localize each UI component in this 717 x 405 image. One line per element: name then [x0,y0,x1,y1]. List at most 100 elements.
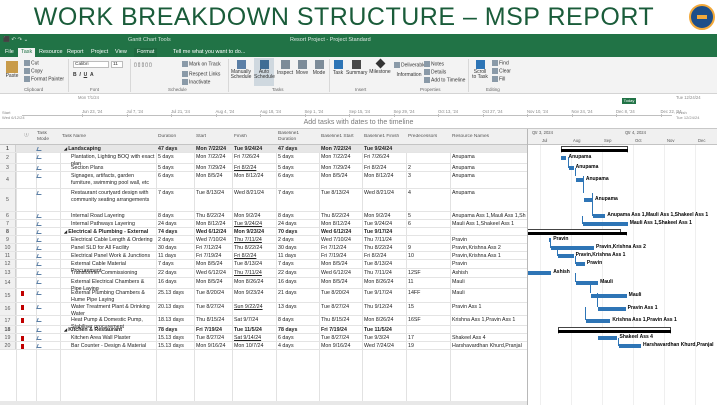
finish-cell[interactable]: Mon 9/23/24 [234,290,278,297]
row-number[interactable]: 6 [0,212,16,219]
gantt-task-bar[interactable] [598,336,618,340]
table-row[interactable]: 3 Section Plans 5 days Mon 7/29/24 Fri 8/2/2… [0,164,527,172]
baseline-finish-cell[interactable]: Tue 9/24/24 [364,146,408,153]
finish-cell[interactable]: Mon 8/12/24 [234,173,278,180]
baseline-start-cell[interactable]: Thu 8/22/24 [321,213,364,220]
find-button[interactable]: Find [492,60,509,66]
font-name-select[interactable]: Calibri [73,61,109,68]
row-number[interactable]: 16 [0,303,16,315]
start-cell[interactable]: Thu 8/22/24 [196,213,234,220]
row-number[interactable]: 5 [0,189,16,211]
row-number[interactable]: 18 [0,326,16,333]
baseline-duration-cell[interactable]: 5 days [278,154,321,161]
column-header-baseline-duration[interactable]: Baseline1 Duration [278,131,308,142]
finish-cell[interactable]: Mon 10/7/24 [234,343,278,350]
duration-cell[interactable]: 2 days [158,237,196,244]
resource-names-cell[interactable]: Krishna Ass 1,Pravin Ass 1 [452,317,527,324]
baseline-duration-cell[interactable]: 7 days [278,190,321,197]
baseline-start-cell[interactable]: Fri 7/12/24 [321,245,364,252]
baseline-start-cell[interactable]: Mon 8/5/24 [321,173,364,180]
duration-cell[interactable]: 47 days [158,146,196,153]
baseline-finish-cell[interactable]: Mon 9/2/24 [364,213,408,220]
resource-names-cell[interactable]: Anupama [452,154,527,161]
baseline-start-cell[interactable]: Tue 8/13/24 [321,190,364,197]
table-row[interactable]: 2 Plantation, Lighting BOQ with exact pla… [0,153,527,167]
finish-cell[interactable]: Fri 8/2/24 [234,165,278,172]
scroll-to-task-button[interactable]: Scroll to Task [471,60,489,80]
finish-cell[interactable]: Wed 8/21/24 [234,190,278,197]
mark-on-track-button[interactable]: Mark on Track [182,61,221,67]
predecessors-cell[interactable]: 12SF [408,270,452,277]
gantt-chart[interactable]: Qtr 3, 2024 Qtr 4, 2024 Jul Aug Sep Oct … [527,129,717,405]
baseline-finish-cell[interactable]: Wed 7/24/24 [364,343,408,350]
resource-names-cell[interactable]: Pravin [452,237,527,244]
baseline-start-cell[interactable]: Mon 9/16/24 [321,343,364,350]
table-row[interactable]: 14 External Electrical Chambers & Pipe La… [0,278,527,292]
start-cell[interactable]: Tue 8/13/24 [196,190,234,197]
start-cell[interactable]: Tue 8/27/24 [196,335,234,342]
baseline-finish-cell[interactable]: Thu 7/11/24 [364,270,408,277]
table-row[interactable]: 8 ◢ Electrical & Plumbing - External 74 da… [0,228,527,236]
baseline-start-cell[interactable]: Mon 8/5/24 [321,279,364,286]
summary-button[interactable]: Summary [346,60,367,76]
deliverable-button[interactable]: Deliverable [394,62,426,68]
finish-cell[interactable]: Mon 9/2/24 [234,213,278,220]
baseline-finish-cell[interactable]: Tue 9/17/24 [364,290,408,297]
finish-cell[interactable]: Fri 8/2/24 [234,253,278,260]
finish-cell[interactable]: Fri 7/26/24 [234,154,278,161]
resource-names-cell[interactable]: Mauli [452,290,527,297]
baseline-duration-cell[interactable]: 16 days [278,279,321,286]
baseline-finish-cell[interactable]: Mon 8/12/24 [364,173,408,180]
baseline-duration-cell[interactable]: 8 days [278,213,321,220]
tab-format[interactable]: Format [134,48,158,57]
baseline-duration-cell[interactable]: 5 days [278,165,321,172]
fill-button[interactable]: Fill [492,76,505,82]
format-painter-button[interactable]: Format Painter [24,76,64,82]
tab-project[interactable]: Project [88,48,111,57]
start-cell[interactable]: Mon 8/5/24 [196,279,234,286]
table-row[interactable]: 5 Restaurant courtyard design with commun… [0,189,527,212]
table-row[interactable]: 4 Signages, artifacts, garden furniture, … [0,172,527,189]
task-name-cell[interactable]: Internal Road Layering [71,213,156,220]
duration-cell[interactable]: 20.13 days [158,304,196,311]
table-row[interactable]: 15 External Plumbing Chambers & Hume Pipe… [0,289,527,303]
table-row[interactable]: 6 Internal Road Layering 8 days Thu 8/22/24… [0,212,527,220]
column-header-start[interactable]: Start [196,134,206,140]
finish-cell[interactable]: Sat 9/7/24 [234,317,278,324]
baseline-start-cell[interactable]: Mon 7/22/24 [321,154,364,161]
duration-cell[interactable]: 8 days [158,213,196,220]
baseline-duration-cell[interactable]: 22 days [278,270,321,277]
finish-cell[interactable]: Tue 8/13/24 [234,261,278,268]
respect-links-button[interactable]: Respect Links [182,71,220,77]
baseline-finish-cell[interactable]: Wed 8/21/24 [364,190,408,197]
table-row[interactable]: 11 Electrical Panel Work & Junctions 11 da… [0,252,527,260]
baseline-start-cell[interactable]: Wed 6/12/24 [321,270,364,277]
duration-cell[interactable]: 22 days [158,270,196,277]
predecessors-cell[interactable]: 17 [408,335,452,342]
baseline-finish-cell[interactable]: Tue 9/24/24 [364,221,408,228]
column-header-name[interactable]: Task Name [62,134,86,140]
gantt-task-bar[interactable] [528,271,552,275]
predecessors-cell[interactable]: 4 [408,190,452,197]
task-name-cell[interactable]: ◢ Electrical & Plumbing - External [64,229,156,236]
finish-cell[interactable]: Thu 7/11/24 [234,237,278,244]
baseline-duration-cell[interactable]: 6 days [278,173,321,180]
baseline-finish-cell[interactable]: Thu 8/22/24 [364,245,408,252]
start-cell[interactable]: Mon 8/5/24 [196,261,234,268]
copy-button[interactable]: Copy [24,68,43,74]
row-number[interactable]: 3 [0,164,16,171]
mode-button[interactable]: Mode [311,60,327,76]
percent-complete-buttons[interactable]: ▯▯▯▯▯ [134,62,153,68]
finish-cell[interactable]: Mon 9/23/24 [234,229,278,236]
task-name-cell[interactable]: Electrical Cable Length & Ordering [71,237,156,244]
finish-cell[interactable]: Thu 7/11/24 [234,270,278,277]
duration-cell[interactable]: 7 days [158,261,196,268]
baseline-duration-cell[interactable]: 24 days [278,221,321,228]
predecessors-cell[interactable]: 16SF [408,317,452,324]
resource-names-cell[interactable]: Pravin [452,261,527,268]
task-name-cell[interactable]: Internal Pathways Layering [71,221,156,228]
tab-task[interactable]: Task [18,48,36,57]
gantt-task-bar[interactable] [598,307,626,311]
baseline-start-cell[interactable]: Tue 8/27/24 [321,304,364,311]
duration-cell[interactable]: 18.13 days [158,317,196,324]
